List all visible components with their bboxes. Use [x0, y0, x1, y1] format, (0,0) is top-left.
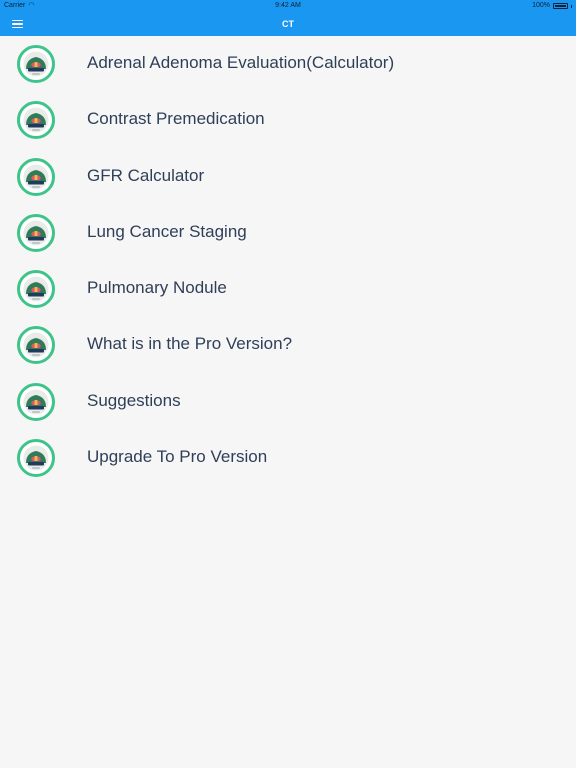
list-item-label: GFR Calculator — [87, 165, 205, 185]
app-logo-icon — [17, 157, 55, 196]
app-logo-icon — [17, 382, 55, 421]
app-logo-icon — [17, 326, 55, 365]
list-item-label: Upgrade To Pro Version — [87, 446, 268, 466]
app-logo-icon — [17, 438, 55, 477]
list-item-lung-cancer-staging[interactable]: Lung Cancer Staging — [0, 205, 576, 261]
nav-bar: CT — [0, 12, 576, 36]
list-item-pulmonary-nodule[interactable]: Pulmonary Nodule — [0, 261, 576, 317]
status-bar: Carrier ◠ 9:42 AM 100% — [0, 0, 576, 12]
list-item-what-is-in-the-pro-version[interactable]: What is in the Pro Version? — [0, 317, 576, 373]
list-item-suggestions[interactable]: Suggestions — [0, 374, 576, 430]
menu-list: Adrenal Adenoma Evaluation(Calculator) C… — [0, 36, 576, 486]
list-item-adrenal-adenoma-evaluation-calculator[interactable]: Adrenal Adenoma Evaluation(Calculator) — [0, 36, 576, 92]
battery-fill — [555, 5, 566, 7]
list-item-label: What is in the Pro Version? — [87, 334, 293, 354]
page-title: CT — [282, 19, 294, 29]
list-item-label: Lung Cancer Staging — [87, 221, 247, 241]
list-item-label: Contrast Premedication — [87, 109, 265, 129]
list-item-label: Suggestions — [87, 390, 181, 410]
app-logo-icon — [17, 213, 55, 252]
app-logo-icon — [17, 45, 55, 83]
status-time: 9:42 AM — [275, 2, 301, 9]
list-item-label: Adrenal Adenoma Evaluation(Calculator) — [87, 53, 395, 72]
battery-percent: 100% — [532, 2, 550, 9]
list-item-contrast-premedication[interactable]: Contrast Premedication — [0, 92, 576, 148]
list-item-upgrade-to-pro-version[interactable]: Upgrade To Pro Version — [0, 430, 576, 486]
list-item-gfr-calculator[interactable]: GFR Calculator — [0, 149, 576, 205]
list-item-label: Pulmonary Nodule — [87, 278, 227, 297]
battery-nub — [571, 4, 572, 8]
status-battery-group: 100% — [532, 0, 572, 12]
app-logo-icon — [17, 270, 55, 308]
app-logo-icon — [17, 101, 55, 140]
battery-icon — [553, 3, 568, 9]
